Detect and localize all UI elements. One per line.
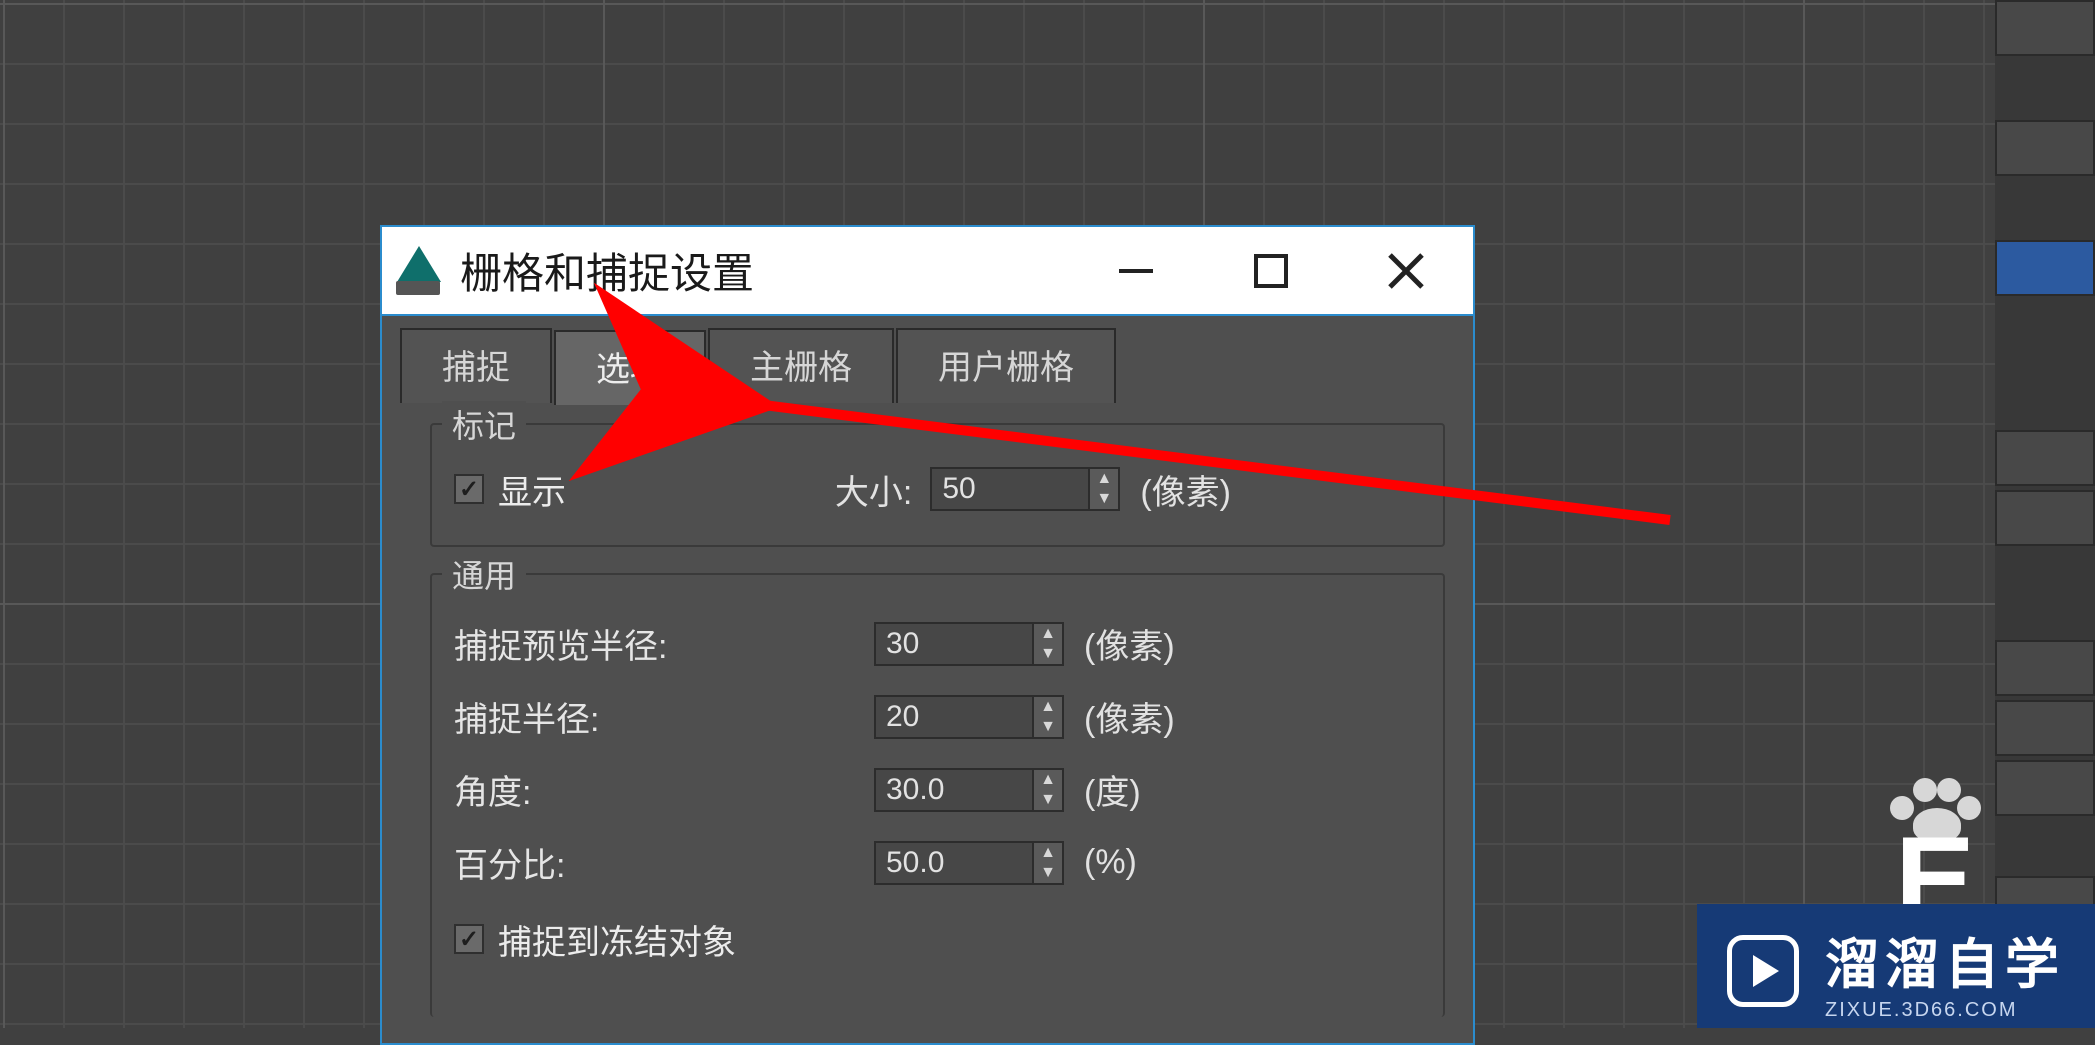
label-percent: 百分比: bbox=[454, 838, 874, 887]
spin-down[interactable]: ▼ bbox=[1034, 717, 1062, 737]
label-angle: 角度: bbox=[454, 765, 874, 814]
unit-preview-radius: (像素) bbox=[1084, 619, 1175, 668]
spin-up[interactable]: ▲ bbox=[1034, 697, 1062, 717]
checkbox-snap-frozen-label: 捕捉到冻结对象 bbox=[498, 915, 736, 964]
input-angle[interactable] bbox=[874, 768, 1034, 812]
row-percent: 百分比: ▲▼ (%) bbox=[454, 838, 1421, 887]
spinner-snap-radius: ▲▼ bbox=[874, 695, 1064, 739]
size-spinner: ▲ ▼ bbox=[930, 467, 1120, 511]
watermark: 溜溜自学 ZIXUE.3D66.COM bbox=[1697, 904, 2095, 1028]
tab-snap[interactable]: 捕捉 bbox=[400, 328, 552, 403]
tab-main-grid[interactable]: 主栅格 bbox=[708, 328, 894, 403]
tab-user-grid[interactable]: 用户栅格 bbox=[896, 328, 1116, 403]
right-toolbar bbox=[1995, 0, 2095, 1028]
input-percent[interactable] bbox=[874, 841, 1034, 885]
toolbar-slot[interactable] bbox=[1995, 490, 2095, 546]
checkbox-snap-frozen[interactable]: ✓ bbox=[454, 924, 484, 954]
spinner-percent: ▲▼ bbox=[874, 841, 1064, 885]
group-general: 通用 捕捉预览半径: ▲▼ (像素) 捕捉半径: ▲▼ (像素) 角度: bbox=[430, 573, 1445, 1017]
maximize-icon bbox=[1250, 250, 1292, 292]
spin-down[interactable]: ▼ bbox=[1034, 644, 1062, 664]
dialog-title: 栅格和捕捉设置 bbox=[460, 240, 1068, 301]
toolbar-slot[interactable] bbox=[1995, 430, 2095, 486]
spin-down[interactable]: ▼ bbox=[1090, 489, 1118, 509]
titlebar[interactable]: 栅格和捕捉设置 bbox=[382, 227, 1473, 314]
input-snap-radius[interactable] bbox=[874, 695, 1034, 739]
group-general-legend: 通用 bbox=[442, 551, 526, 597]
label-snap-radius: 捕捉半径: bbox=[454, 692, 874, 741]
group-mark: 标记 ✓ 显示 大小: ▲ ▼ (像素) bbox=[430, 423, 1445, 547]
minimize-button[interactable] bbox=[1068, 227, 1203, 314]
tab-options[interactable]: 选项 bbox=[554, 330, 706, 405]
maximize-button[interactable] bbox=[1203, 227, 1338, 314]
tab-bar: 捕捉 选项 主栅格 用户栅格 bbox=[382, 314, 1473, 403]
size-input[interactable] bbox=[930, 467, 1090, 511]
watermark-sub: ZIXUE.3D66.COM bbox=[1825, 999, 2017, 1022]
toolbar-slot[interactable] bbox=[1995, 0, 2095, 56]
checkbox-show[interactable]: ✓ bbox=[454, 474, 484, 504]
spinner-angle: ▲▼ bbox=[874, 768, 1064, 812]
spin-up[interactable]: ▲ bbox=[1034, 770, 1062, 790]
dialog-content: 标记 ✓ 显示 大小: ▲ ▼ (像素) 通用 bbox=[382, 403, 1473, 1043]
checkbox-show-label: 显示 bbox=[498, 465, 566, 514]
input-preview-radius[interactable] bbox=[874, 622, 1034, 666]
spin-down[interactable]: ▼ bbox=[1034, 863, 1062, 883]
unit-snap-radius: (像素) bbox=[1084, 692, 1175, 741]
spin-up[interactable]: ▲ bbox=[1034, 624, 1062, 644]
toolbar-slot[interactable] bbox=[1995, 760, 2095, 816]
row-snap-radius: 捕捉半径: ▲▼ (像素) bbox=[454, 692, 1421, 741]
app-icon bbox=[392, 244, 446, 298]
grid-snap-settings-dialog: 栅格和捕捉设置 捕捉 选项 主栅格 用户栅格 标记 bbox=[380, 225, 1475, 1045]
close-icon bbox=[1382, 247, 1430, 295]
play-icon bbox=[1727, 935, 1799, 1007]
toolbar-slot-active[interactable] bbox=[1995, 240, 2095, 296]
watermark-main: 溜溜自学 bbox=[1825, 920, 2065, 999]
unit-angle: (度) bbox=[1084, 765, 1141, 814]
unit-percent: (%) bbox=[1084, 843, 1137, 882]
toolbar-slot[interactable] bbox=[1995, 120, 2095, 176]
toolbar-slot[interactable] bbox=[1995, 700, 2095, 756]
size-unit: (像素) bbox=[1140, 465, 1231, 514]
group-mark-legend: 标记 bbox=[442, 401, 526, 447]
spin-down[interactable]: ▼ bbox=[1034, 790, 1062, 810]
close-button[interactable] bbox=[1338, 227, 1473, 314]
row-angle: 角度: ▲▼ (度) bbox=[454, 765, 1421, 814]
minimize-icon bbox=[1113, 248, 1159, 294]
spin-up[interactable]: ▲ bbox=[1034, 843, 1062, 863]
spin-up[interactable]: ▲ bbox=[1090, 469, 1118, 489]
row-preview-radius: 捕捉预览半径: ▲▼ (像素) bbox=[454, 619, 1421, 668]
spinner-preview-radius: ▲▼ bbox=[874, 622, 1064, 666]
size-label: 大小: bbox=[835, 465, 912, 514]
toolbar-slot[interactable] bbox=[1995, 640, 2095, 696]
label-preview-radius: 捕捉预览半径: bbox=[454, 619, 874, 668]
